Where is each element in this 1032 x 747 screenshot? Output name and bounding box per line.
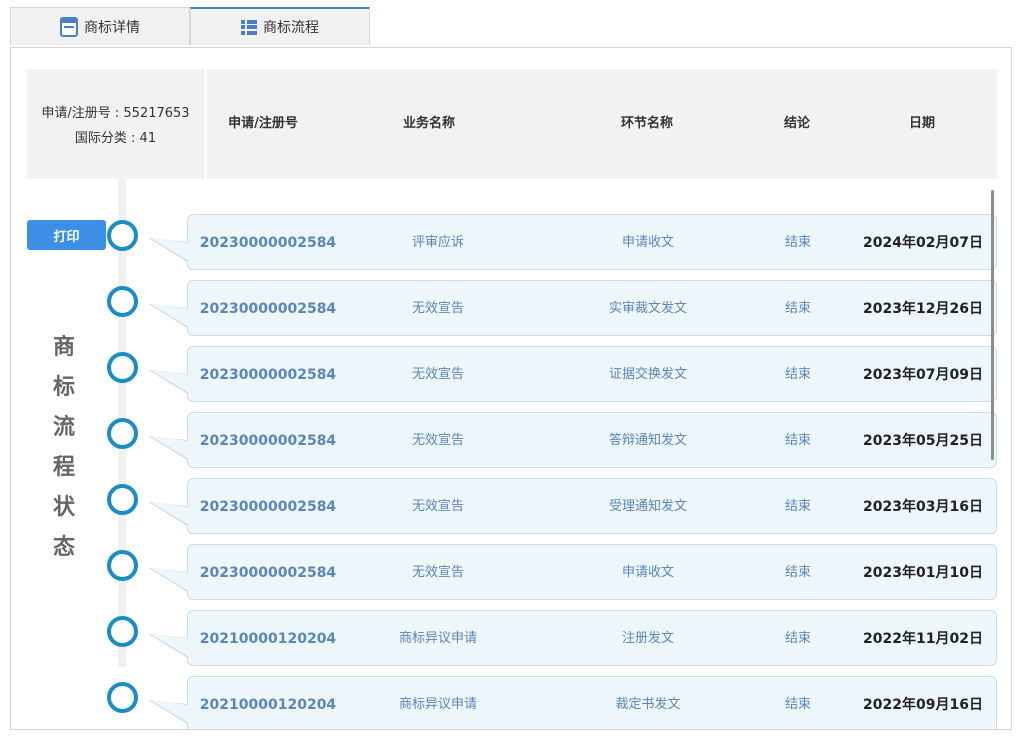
timeline-node — [107, 418, 138, 449]
column-header-result: 结论 — [783, 116, 810, 131]
tab-trademark-details[interactable]: 商标详情 — [10, 7, 190, 45]
record-business: 商标异议申请 — [398, 631, 477, 646]
record-date: 2022年09月16日 — [863, 697, 983, 713]
tab-trademark-flow[interactable]: 商标流程 — [190, 7, 370, 45]
record-card: 20230000002584 无效宣告 申请收文 结束 2023年01月10日 — [187, 544, 997, 600]
tab-bar: 商标详情 商标流程 — [10, 7, 370, 47]
list-icon — [241, 19, 257, 35]
record-business: 无效宣告 — [411, 433, 464, 448]
record-result: 结束 — [784, 235, 811, 250]
timeline-row: 20210000120204 商标异议申请 裁定书发文 结束 2022年09月1… — [11, 676, 1011, 729]
record-date: 2023年12月26日 — [863, 301, 983, 317]
record-result: 结束 — [784, 631, 811, 646]
tab-label: 商标详情 — [84, 19, 140, 36]
timeline-row: 20230000002584 无效宣告 答辩通知发文 结束 2023年05月25… — [11, 412, 1011, 468]
record-number: 20230000002584 — [199, 367, 337, 383]
column-header-business: 业务名称 — [402, 116, 455, 131]
record-date: 2023年05月25日 — [863, 433, 983, 449]
timeline-row: 20210000120204 商标异议申请 注册发文 结束 2022年11月02… — [11, 610, 1011, 666]
record-number: 20230000002584 — [199, 565, 337, 581]
record-number: 20230000002584 — [199, 433, 337, 449]
record-number: 20230000002584 — [199, 301, 337, 317]
record-number: 20230000002584 — [199, 499, 337, 515]
record-result: 结束 — [784, 697, 811, 712]
table-header: 申请/注册号 : 55217653 国际分类 : 41 申请/注册号 业务名称 … — [27, 69, 997, 179]
tab-label: 商标流程 — [263, 20, 319, 36]
timeline-row: 20230000002584 评审应诉 申请收文 结束 2024年02月07日 — [11, 214, 1011, 270]
record-card: 20230000002584 无效宣告 答辩通知发文 结束 2023年05月25… — [187, 412, 997, 468]
international-class: 国际分类 : 41 — [74, 131, 157, 146]
record-result: 结束 — [784, 433, 811, 448]
timeline-node — [107, 286, 138, 317]
record-card: 20230000002584 无效宣告 实审裁文发文 结束 2023年12月26… — [187, 280, 997, 336]
timeline-node — [107, 616, 138, 647]
timeline-row: 20230000002584 无效宣告 实审裁文发文 结束 2023年12月26… — [11, 280, 1011, 336]
record-date: 2023年07月09日 — [863, 367, 983, 383]
record-number: 20210000120204 — [199, 697, 337, 713]
record-business: 无效宣告 — [411, 565, 464, 580]
column-header-step: 环节名称 — [620, 116, 673, 131]
record-date: 2023年01月10日 — [863, 565, 983, 581]
record-number: 20230000002584 — [199, 235, 337, 251]
registration-info: 申请/注册号 : 55217653 国际分类 : 41 — [27, 69, 207, 179]
record-result: 结束 — [784, 565, 811, 580]
record-card: 20230000002584 无效宣告 受理通知发文 结束 2023年03月16… — [187, 478, 997, 534]
timeline-row: 20230000002584 无效宣告 证据交换发文 结束 2023年07月09… — [11, 346, 1011, 402]
flow-panel: 申请/注册号 : 55217653 国际分类 : 41 申请/注册号 业务名称 … — [10, 47, 1012, 730]
record-date: 2024年02月07日 — [863, 235, 983, 251]
column-header-number: 申请/注册号 — [228, 116, 298, 131]
column-header-date: 日期 — [908, 116, 935, 131]
record-business: 评审应诉 — [411, 235, 464, 250]
record-business: 无效宣告 — [411, 367, 464, 382]
calendar-icon — [60, 16, 78, 37]
record-number: 20210000120204 — [199, 631, 337, 647]
timeline-node — [107, 352, 138, 383]
registration-number: 申请/注册号 : 55217653 — [41, 106, 190, 121]
record-business: 无效宣告 — [411, 301, 464, 316]
record-result: 结束 — [784, 367, 811, 382]
timeline-row: 20230000002584 无效宣告 申请收文 结束 2023年01月10日 — [11, 544, 1011, 600]
record-result: 结束 — [784, 499, 811, 514]
record-card: 20230000002584 评审应诉 申请收文 结束 2024年02月07日 — [187, 214, 997, 270]
timeline-row: 20230000002584 无效宣告 受理通知发文 结束 2023年03月16… — [11, 478, 1011, 534]
timeline-node — [107, 550, 138, 581]
record-card: 20230000002584 无效宣告 证据交换发文 结束 2023年07月09… — [187, 346, 997, 402]
scrollbar[interactable] — [991, 190, 994, 460]
record-card: 20210000120204 商标异议申请 注册发文 结束 2022年11月02… — [187, 610, 997, 666]
record-business: 商标异议申请 — [398, 697, 477, 712]
timeline-node — [107, 682, 138, 713]
timeline-node — [107, 220, 138, 251]
timeline-node — [107, 484, 138, 515]
record-date: 2023年03月16日 — [863, 499, 983, 515]
record-date: 2022年11月02日 — [863, 631, 983, 647]
record-result: 结束 — [784, 301, 811, 316]
record-card: 20210000120204 商标异议申请 裁定书发文 结束 2022年09月1… — [187, 676, 997, 729]
record-business: 无效宣告 — [411, 499, 464, 514]
